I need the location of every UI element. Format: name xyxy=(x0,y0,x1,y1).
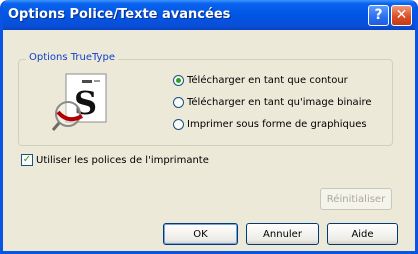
radio-label: Télécharger en tant qu'image binaire xyxy=(187,96,372,108)
radio-print-graphics[interactable]: Imprimer sous forme de graphiques xyxy=(173,116,367,132)
title-bar[interactable]: Options Police/Texte avancées ? ✕ xyxy=(3,0,415,30)
cancel-button[interactable]: Annuler xyxy=(246,223,319,245)
close-button[interactable]: ✕ xyxy=(391,5,412,26)
printer-fonts-option[interactable]: ✓ Utiliser les polices de l'imprimante xyxy=(21,152,209,168)
help-button[interactable]: Aide xyxy=(327,223,398,245)
radio-download-outline[interactable]: Télécharger en tant que contour xyxy=(173,72,348,88)
window-title: Options Police/Texte avancées xyxy=(8,7,231,22)
printer-fonts-checkbox[interactable]: ✓ xyxy=(21,154,33,166)
truetype-group-label: Options TrueType xyxy=(26,52,118,63)
ok-button[interactable]: OK xyxy=(163,223,238,245)
radio-button[interactable] xyxy=(173,118,184,130)
radio-button[interactable] xyxy=(173,96,184,108)
help-titlebar-button[interactable]: ? xyxy=(368,5,389,26)
radio-download-bitmap[interactable]: Télécharger en tant qu'image binaire xyxy=(173,94,372,110)
radio-button-checked[interactable] xyxy=(173,74,184,86)
printer-fonts-label: Utiliser les polices de l'imprimante xyxy=(36,154,209,166)
radio-label: Imprimer sous forme de graphiques xyxy=(187,118,367,130)
truetype-font-icon: S xyxy=(52,73,107,131)
radio-label: Télécharger en tant que contour xyxy=(187,74,348,86)
reset-button[interactable]: Réinitialiser xyxy=(320,188,392,210)
